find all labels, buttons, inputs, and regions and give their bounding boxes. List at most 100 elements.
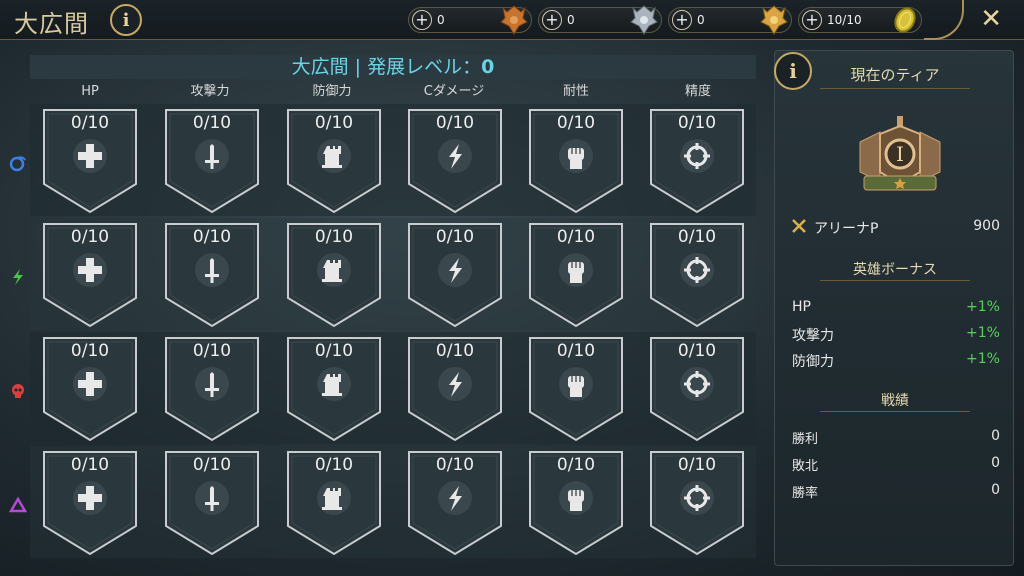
crosshair-icon (680, 367, 714, 401)
stat-cell-accuracy[interactable]: 0/10 (649, 450, 745, 558)
divider (820, 280, 970, 281)
crosshair-icon (680, 481, 714, 515)
tower-icon (317, 367, 351, 401)
row-band (30, 104, 756, 216)
close-button[interactable]: ✕ (980, 4, 1002, 34)
stat-cell-hp[interactable]: 0/10 (42, 336, 138, 444)
record-value-win-rate: 0 (991, 482, 1000, 498)
column-header-hp: HP (81, 84, 99, 99)
resource-silver: + 0 (538, 5, 662, 35)
stat-progress: 0/10 (556, 341, 596, 361)
column-header-crit-damage: Cダメージ (423, 84, 485, 99)
stat-progress: 0/10 (677, 227, 717, 247)
bonus-label-attack: 攻撃力 (792, 328, 834, 344)
stat-progress: 0/10 (192, 455, 232, 475)
resource-gold-value: 0 (697, 13, 705, 27)
tower-icon (317, 481, 351, 515)
stat-cell-crit-damage[interactable]: 0/10 (407, 222, 503, 330)
stat-cell-defense[interactable]: 0/10 (286, 336, 382, 444)
stat-cell-crit-damage[interactable]: 0/10 (407, 336, 503, 444)
stat-cell-attack[interactable]: 0/10 (164, 336, 260, 444)
triangle-icon (9, 496, 27, 513)
stat-cell-crit-damage[interactable]: 0/10 (407, 450, 503, 558)
bronze-emblem-icon (500, 5, 528, 35)
cross-icon (73, 253, 107, 287)
stat-cell-hp[interactable]: 0/10 (42, 108, 138, 216)
stat-cell-resistance[interactable]: 0/10 (528, 336, 624, 444)
info-button[interactable]: i (110, 4, 142, 36)
stat-progress: 0/10 (192, 113, 232, 133)
row-band (30, 446, 756, 558)
page-title: 大広間 (14, 10, 89, 38)
stat-cell-hp[interactable]: 0/10 (42, 450, 138, 558)
fist-icon (559, 253, 593, 287)
add-gold-button[interactable]: + (672, 10, 692, 30)
stat-progress: 0/10 (556, 227, 596, 247)
column-header-defense: 防御力 (312, 84, 352, 99)
stat-cell-crit-damage[interactable]: 0/10 (407, 108, 503, 216)
resource-tokens-value: 10/10 (827, 13, 862, 27)
add-bronze-button[interactable]: + (412, 10, 432, 30)
stat-cell-resistance[interactable]: 0/10 (528, 450, 624, 558)
cross-icon (73, 367, 107, 401)
resource-bronze: + 0 (408, 5, 532, 35)
info-icon: i (789, 59, 797, 83)
sword-icon (195, 253, 229, 287)
tier-info-button[interactable]: i (774, 52, 812, 90)
stat-cell-resistance[interactable]: 0/10 (528, 222, 624, 330)
bonus-value-defense: +1% (966, 351, 1000, 367)
row-band (30, 218, 756, 330)
stat-progress: 0/10 (70, 341, 110, 361)
silver-emblem-icon (630, 5, 658, 35)
fist-icon (559, 481, 593, 515)
stat-cell-accuracy[interactable]: 0/10 (649, 222, 745, 330)
stat-progress: 0/10 (70, 455, 110, 475)
stat-cell-defense[interactable]: 0/10 (286, 108, 382, 216)
development-level-title: 大広間 | 発展レベル：0 (30, 55, 756, 79)
stat-progress: 0/10 (192, 227, 232, 247)
stat-progress: 0/10 (556, 455, 596, 475)
sword-icon (195, 367, 229, 401)
record-label: 戦績 (881, 393, 909, 409)
crossed-swords-icon (792, 219, 806, 233)
stat-cell-attack[interactable]: 0/10 (164, 222, 260, 330)
gold-emblem-icon (760, 5, 788, 35)
tower-icon (317, 139, 351, 173)
bonus-value-attack: +1% (966, 325, 1000, 341)
stat-progress: 0/10 (677, 113, 717, 133)
magic-swirl-icon (9, 156, 26, 172)
corner-ornament (924, 0, 964, 40)
stat-cell-attack[interactable]: 0/10 (164, 450, 260, 558)
stat-progress: 0/10 (677, 341, 717, 361)
sword-icon (195, 481, 229, 515)
record-label-wins: 勝利 (792, 432, 819, 447)
stat-cell-defense[interactable]: 0/10 (286, 222, 382, 330)
stat-cell-accuracy[interactable]: 0/10 (649, 336, 745, 444)
stat-cell-accuracy[interactable]: 0/10 (649, 108, 745, 216)
column-header-resistance: 耐性 (562, 84, 589, 99)
title-text: 大広間 | 発展レベル： (291, 56, 482, 78)
skull-icon (12, 384, 24, 398)
stat-cell-defense[interactable]: 0/10 (286, 450, 382, 558)
stat-progress: 0/10 (192, 341, 232, 361)
arena-points-value: 900 (973, 218, 1000, 234)
divider (820, 411, 970, 412)
add-tokens-button[interactable]: + (802, 10, 822, 30)
resource-silver-value: 0 (567, 13, 575, 27)
lightning-icon (438, 253, 472, 287)
force-lightning-icon (13, 269, 23, 285)
stat-cell-resistance[interactable]: 0/10 (528, 108, 624, 216)
crosshair-icon (680, 253, 714, 287)
stat-progress: 0/10 (314, 227, 354, 247)
gold-coin-icon (894, 7, 916, 33)
cross-icon (73, 139, 107, 173)
hero-bonus-label: 英雄ボーナス (853, 262, 937, 278)
stat-cell-attack[interactable]: 0/10 (164, 108, 260, 216)
add-silver-button[interactable]: + (542, 10, 562, 30)
stat-progress: 0/10 (677, 455, 717, 475)
stat-cell-hp[interactable]: 0/10 (42, 222, 138, 330)
lightning-icon (438, 139, 472, 173)
record-label-losses: 敗北 (792, 459, 819, 474)
resource-bronze-value: 0 (437, 13, 445, 27)
stat-progress: 0/10 (435, 455, 475, 475)
